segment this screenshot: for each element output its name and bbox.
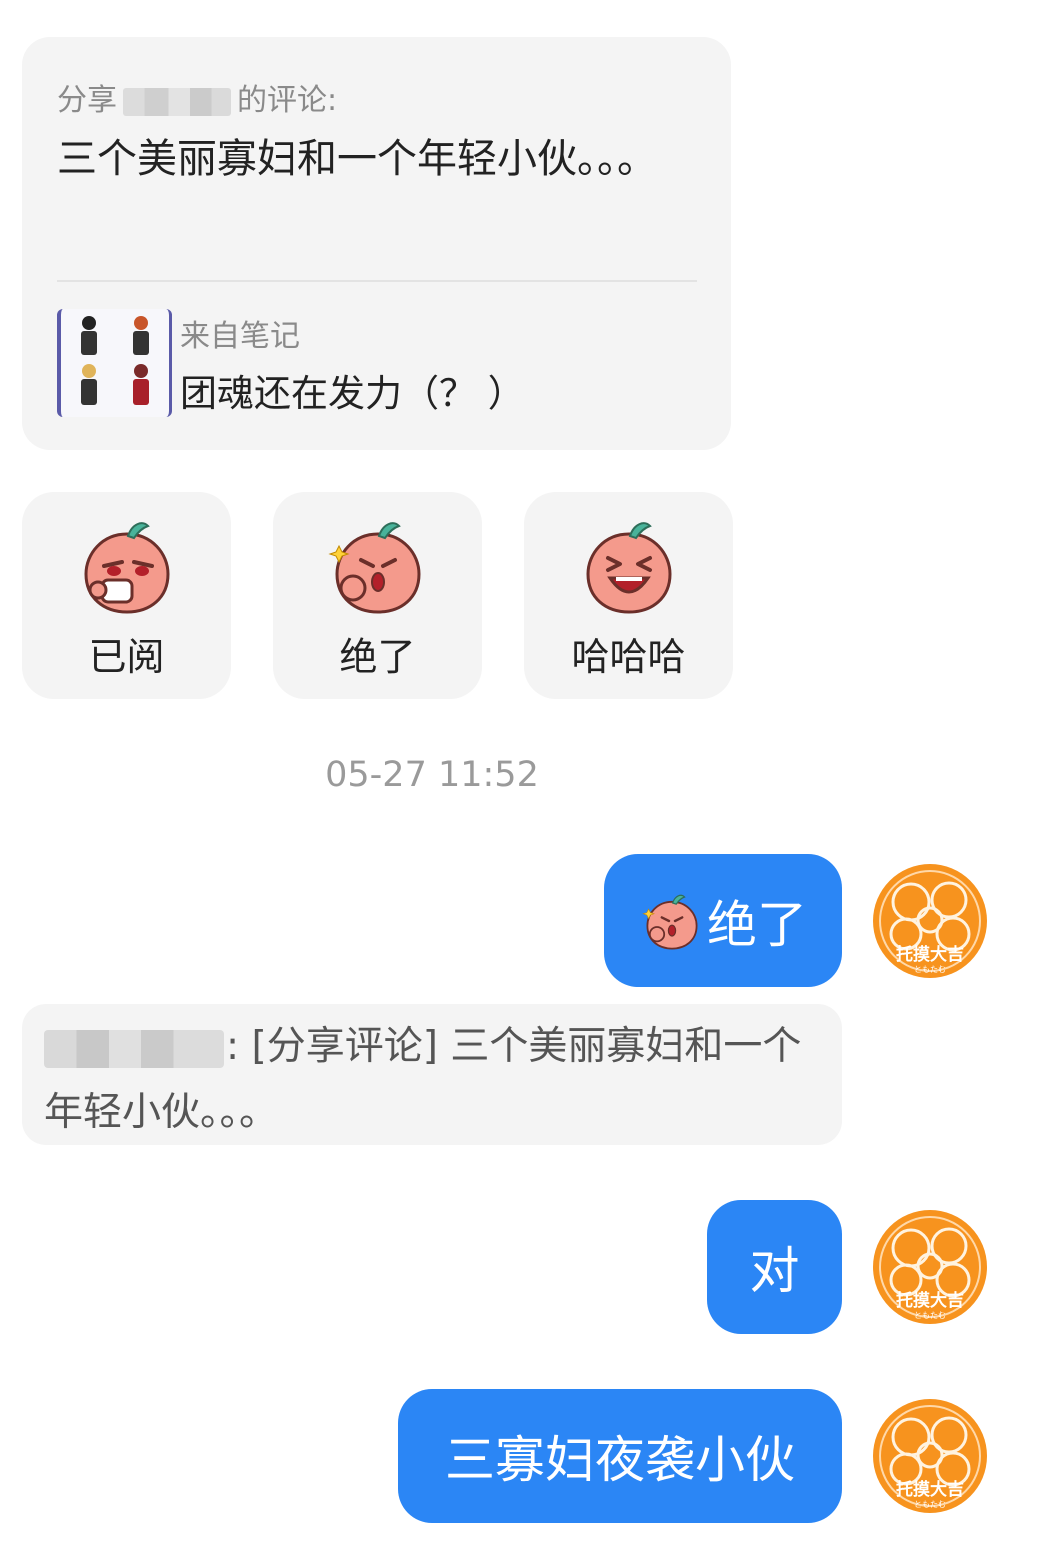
header-prefix: 分享 <box>57 83 117 118</box>
sent-message-bubble[interactable]: 绝了 <box>604 854 842 987</box>
reaction-label: 绝了 <box>339 635 416 679</box>
quoted-message[interactable]: : [分享评论] 三个美丽寡妇和一个年轻小伙。。。 <box>22 1004 842 1145</box>
card-divider <box>57 280 697 282</box>
message-text: 绝了 <box>707 895 807 954</box>
blurred-username <box>44 1029 224 1068</box>
avatar-subtext: ともたむ <box>914 1500 946 1509</box>
avatar-icon[interactable]: 托摸大吉 ともたむ <box>871 862 989 980</box>
avatar-icon[interactable]: 托摸大吉 ともたむ <box>871 1397 989 1515</box>
blurred-username <box>123 87 231 116</box>
avatar-icon[interactable]: 托摸大吉 ともたむ <box>871 1208 989 1326</box>
shared-comment-card[interactable]: 分享 的评论: 三个美丽寡妇和一个年轻小伙。。。 来自笔记 团魂还在发力（？ ） <box>22 37 731 450</box>
reaction-label: 已阅 <box>88 635 165 679</box>
note-title: 团魂还在发力（？ ） <box>180 372 525 415</box>
message-text: 三寡妇夜袭小伙 <box>445 1431 795 1489</box>
shared-comment-text: 三个美丽寡妇和一个年轻小伙。。。 <box>57 136 657 182</box>
reaction-haha[interactable]: 哈哈哈 <box>524 492 733 699</box>
peach-thumbs-up-icon <box>642 893 698 949</box>
sent-message-bubble[interactable]: 三寡妇夜袭小伙 <box>398 1389 842 1523</box>
message-text: 对 <box>749 1242 800 1300</box>
note-thumbnail[interactable] <box>57 309 172 417</box>
note-thumbnail-figures-icon <box>81 316 149 405</box>
reaction-label: 哈哈哈 <box>571 635 686 679</box>
peach-sipping-tea-icon <box>84 521 169 614</box>
avatar-text: 托摸大吉 <box>896 1479 964 1500</box>
peach-thumbs-up-icon <box>327 521 420 614</box>
avatar-text: 托摸大吉 <box>896 1290 964 1311</box>
avatar-subtext: ともたむ <box>914 1311 946 1320</box>
peach-laughing-icon <box>586 521 671 614</box>
reaction-awesome[interactable]: 绝了 <box>273 492 482 699</box>
sent-message-bubble[interactable]: 对 <box>707 1200 842 1334</box>
avatar-subtext: ともたむ <box>914 965 946 974</box>
message-timestamp: 05-27 11:52 <box>325 755 539 795</box>
card-header: 分享 的评论: <box>57 75 337 119</box>
note-source-label: 来自笔记 <box>180 319 300 354</box>
reaction-read[interactable]: 已阅 <box>22 492 231 699</box>
header-suffix: 的评论: <box>237 83 338 118</box>
avatar-text: 托摸大吉 <box>896 944 964 965</box>
